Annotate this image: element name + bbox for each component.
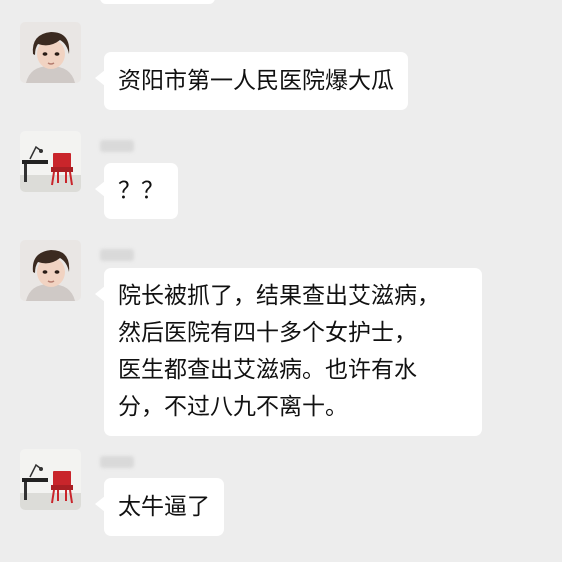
message-text: 太牛逼了: [118, 494, 210, 520]
message-bubble[interactable]: 资阳市第一人民医院爆大瓜: [95, 52, 408, 110]
message-bubble[interactable]: 太牛逼了: [95, 478, 224, 536]
sender-name-blurred: [100, 456, 134, 468]
message-text: 院长被抓了，结果查出艾滋病， 然后医院有四十多个女护士， 医生都查出艾滋病。也许…: [118, 283, 440, 420]
sender-name-blurred: [100, 140, 134, 152]
message-bubble[interactable]: 院长被抓了，结果查出艾滋病， 然后医院有四十多个女护士， 医生都查出艾滋病。也许…: [95, 268, 482, 436]
message-text: ？？: [118, 178, 164, 204]
message-bubble[interactable]: ？？: [95, 163, 178, 219]
previous-message-bubble: [100, 0, 215, 4]
message-text: 资阳市第一人民医院爆大瓜: [118, 68, 394, 94]
avatar[interactable]: [20, 131, 81, 192]
red-chair-desk-icon: [20, 131, 81, 192]
sender-name-blurred: [100, 249, 134, 261]
child-portrait-icon: [20, 22, 81, 83]
avatar[interactable]: [20, 449, 81, 510]
avatar[interactable]: [20, 240, 81, 301]
avatar[interactable]: [20, 22, 81, 83]
red-chair-desk-icon: [20, 449, 81, 510]
child-portrait-icon: [20, 240, 81, 301]
